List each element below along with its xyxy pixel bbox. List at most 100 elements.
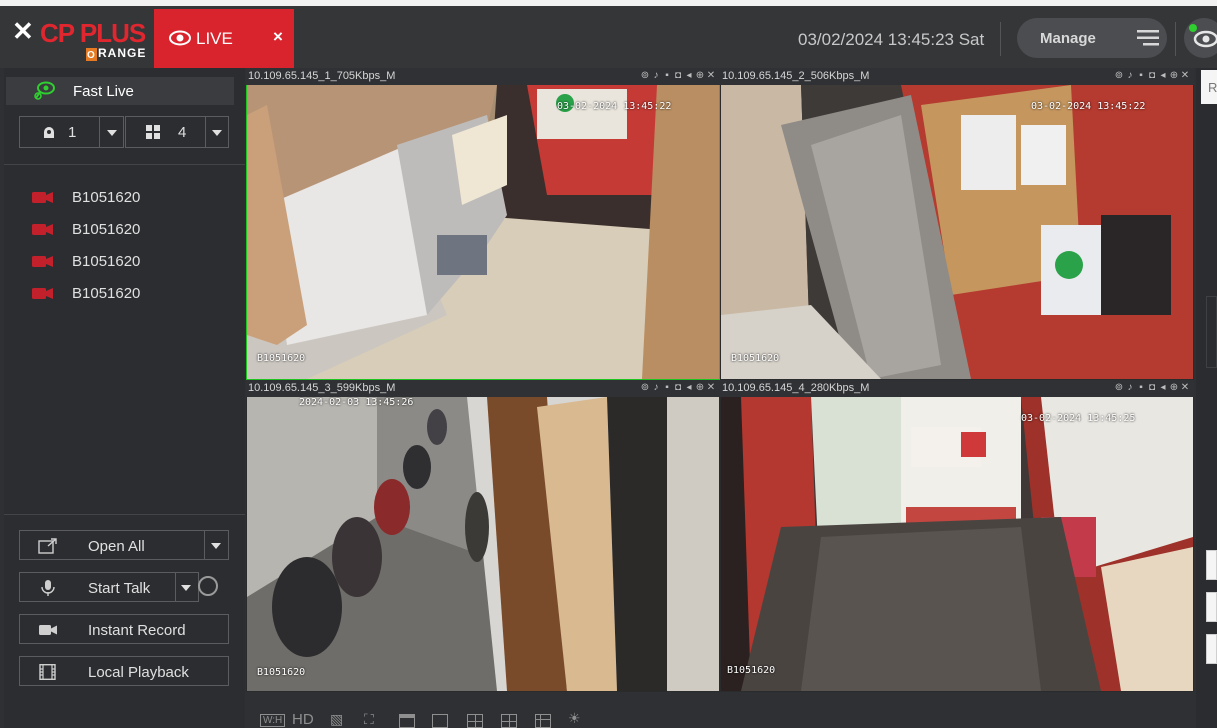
channel-title: 10.109.65.145_1_705Kbps_M: [248, 70, 396, 82]
microphone-icon[interactable]: ♪: [1125, 381, 1135, 395]
layout-single-icon[interactable]: [432, 714, 448, 728]
header-divider: [1000, 22, 1001, 56]
device-item[interactable]: B1051620: [4, 217, 234, 241]
manage-button[interactable]: Manage: [1017, 18, 1167, 58]
chevron-down-icon[interactable]: [211, 543, 221, 549]
tile-tools: ⊚ ♪ ▪ ◘ ◂ ⊕ ✕: [640, 69, 716, 83]
right-panel-tab-label: R: [1208, 80, 1217, 95]
microphone-icon[interactable]: ♪: [1125, 69, 1135, 83]
snapshot-icon[interactable]: ◘: [673, 69, 683, 83]
talk-status-indicator[interactable]: [198, 576, 218, 596]
close-tab-button[interactable]: ×: [273, 27, 283, 47]
video-tile-4[interactable]: 10.109.65.145_4_280Kbps_M ⊚ ♪ ▪ ◘ ◂ ⊕ ✕: [720, 380, 1194, 692]
audio-icon[interactable]: ◂: [1158, 381, 1168, 395]
close-icon[interactable]: ✕: [1180, 69, 1190, 83]
tab-live[interactable]: LIVE ×: [154, 9, 294, 68]
camera-feed-image: [721, 397, 1193, 691]
camera-feed: 03-02-2024 13:45:25 B1051620: [721, 397, 1193, 691]
close-icon[interactable]: ✕: [706, 381, 716, 395]
right-panel-tab[interactable]: R: [1201, 70, 1217, 104]
zoom-icon[interactable]: ⊕: [1169, 381, 1179, 395]
tile-tools: ⊚ ♪ ▪ ◘ ◂ ⊕ ✕: [1114, 69, 1190, 83]
device-label: B1051620: [72, 221, 141, 238]
ptz-icon[interactable]: ⊚: [1114, 381, 1124, 395]
layout-4-icon[interactable]: [467, 714, 483, 728]
user-button[interactable]: [1184, 18, 1217, 58]
instant-record-label: Instant Record: [88, 622, 186, 639]
ptz-icon[interactable]: ⊚: [640, 381, 650, 395]
eye-user-icon: [1189, 24, 1217, 48]
audio-icon[interactable]: ◂: [1158, 69, 1168, 83]
fast-live-icon: [34, 81, 55, 100]
record-icon[interactable]: ▪: [1136, 381, 1146, 395]
device-item[interactable]: B1051620: [4, 185, 234, 209]
zoom-icon[interactable]: ⊕: [695, 381, 705, 395]
local-playback-button[interactable]: Local Playback: [19, 656, 229, 686]
fast-live-label: Fast Live: [73, 83, 134, 100]
stream-selector[interactable]: 1: [19, 116, 124, 148]
record-icon[interactable]: ▪: [662, 69, 672, 83]
ptz-icon[interactable]: ⊚: [1114, 69, 1124, 83]
film-icon: [39, 664, 56, 680]
app-window: ✕ CP PLUS O RANGE LIVE × 03/02/2024 13:45…: [0, 0, 1217, 728]
aspect-ratio-button[interactable]: W:H: [260, 714, 286, 727]
stream-adapt-icon[interactable]: ▧: [330, 711, 343, 727]
right-panel-field[interactable]: [1206, 592, 1217, 622]
device-label: B1051620: [72, 253, 141, 270]
video-tile-1[interactable]: 10.109.65.145_1_705Kbps_M ⊚ ♪ ▪ ◘ ◂ ⊕ ✕: [246, 68, 720, 380]
video-tile-titlebar: 10.109.65.145_1_705Kbps_M ⊚ ♪ ▪ ◘ ◂ ⊕ ✕: [246, 68, 720, 85]
chevron-down-icon: [107, 130, 117, 136]
system-datetime: 03/02/2024 13:45:23 Sat: [798, 30, 985, 49]
audio-icon[interactable]: ◂: [684, 381, 694, 395]
start-talk-label: Start Talk: [88, 580, 151, 597]
selector-divider: [99, 117, 100, 147]
zoom-icon[interactable]: ⊕: [695, 69, 705, 83]
fast-live-item[interactable]: Fast Live: [6, 77, 234, 105]
open-external-icon: [38, 538, 57, 554]
snapshot-icon[interactable]: ◘: [1147, 69, 1157, 83]
record-icon[interactable]: ▪: [662, 381, 672, 395]
chevron-down-icon[interactable]: [181, 585, 191, 591]
snapshot-icon[interactable]: ◘: [1147, 381, 1157, 395]
right-panel-field[interactable]: [1206, 550, 1217, 580]
start-talk-button[interactable]: Start Talk: [19, 572, 199, 602]
brand-logo: ✕ CP PLUS O RANGE: [8, 14, 148, 64]
osd-channel-name: B1051620: [731, 353, 780, 364]
stream-icon: [44, 127, 54, 138]
light-icon[interactable]: ☀: [568, 710, 581, 726]
layout-8-icon[interactable]: [535, 714, 551, 728]
layout-6-icon[interactable]: [501, 714, 517, 728]
device-item[interactable]: B1051620: [4, 249, 234, 273]
zoom-icon[interactable]: ⊕: [1169, 69, 1179, 83]
snapshot-icon[interactable]: ◘: [673, 381, 683, 395]
fullscreen-icon[interactable]: ⛶: [364, 711, 374, 727]
open-all-button[interactable]: Open All: [19, 530, 229, 560]
layout-selector-value: 4: [178, 124, 187, 141]
manage-label: Manage: [1040, 30, 1096, 47]
camera-feed-image: [721, 85, 1193, 379]
device-item[interactable]: B1051620: [4, 281, 234, 305]
right-panel-field[interactable]: [1206, 634, 1217, 664]
hd-quality-button[interactable]: HD: [292, 711, 314, 728]
instant-record-button[interactable]: Instant Record: [19, 614, 229, 644]
button-divider: [204, 531, 205, 559]
close-icon[interactable]: ✕: [706, 69, 716, 83]
header-bar: ✕ CP PLUS O RANGE LIVE × 03/02/2024 13:45…: [0, 6, 1217, 68]
channel-title: 10.109.65.145_2_506Kbps_M: [722, 70, 870, 82]
camera-feed: 03-02-2024 13:45:22 B1051620: [247, 85, 719, 379]
microphone-icon[interactable]: ♪: [651, 381, 661, 395]
video-tile-titlebar: 10.109.65.145_4_280Kbps_M ⊚ ♪ ▪ ◘ ◂ ⊕ ✕: [720, 380, 1194, 397]
logo-sub-initial: O: [86, 48, 97, 61]
local-playback-label: Local Playback: [88, 664, 189, 681]
microphone-icon[interactable]: ♪: [651, 69, 661, 83]
layout-selector[interactable]: 4: [125, 116, 229, 148]
layout-1-icon[interactable]: [399, 714, 415, 728]
video-tile-2[interactable]: 10.109.65.145_2_506Kbps_M ⊚ ♪ ▪ ◘ ◂ ⊕ ✕: [720, 68, 1194, 380]
open-all-label: Open All: [88, 538, 145, 555]
chevron-down-icon: [212, 130, 222, 136]
video-tile-3[interactable]: 10.109.65.145_3_599Kbps_M ⊚ ♪ ▪ ◘ ◂ ⊕ ✕: [246, 380, 720, 692]
record-icon[interactable]: ▪: [1136, 69, 1146, 83]
ptz-icon[interactable]: ⊚: [640, 69, 650, 83]
audio-icon[interactable]: ◂: [684, 69, 694, 83]
close-icon[interactable]: ✕: [1180, 381, 1190, 395]
